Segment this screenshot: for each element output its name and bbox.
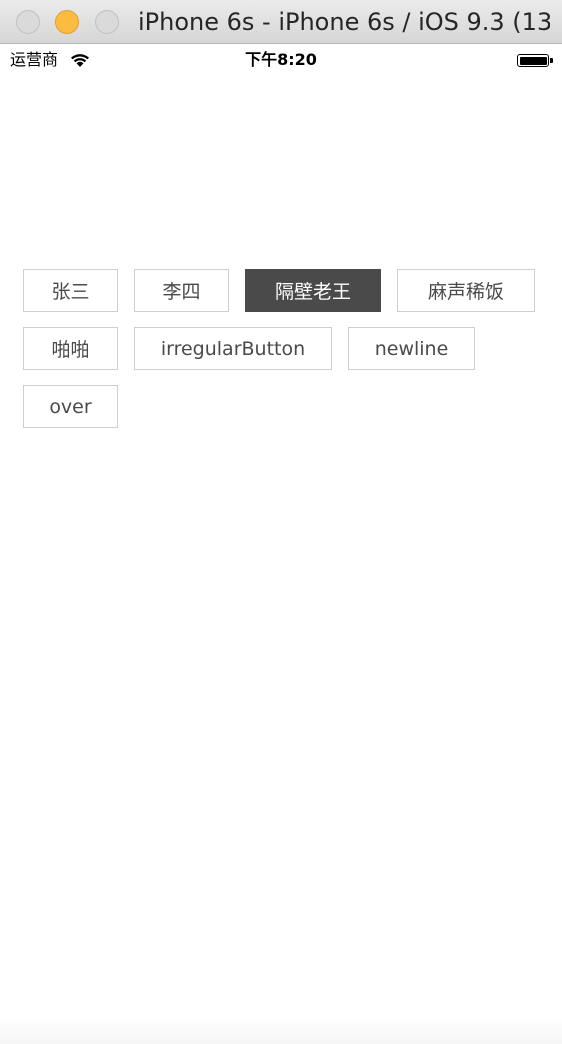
battery-tip bbox=[550, 58, 553, 63]
close-icon[interactable] bbox=[16, 10, 40, 34]
tag-button[interactable]: 张三 bbox=[23, 269, 118, 312]
tag-button[interactable]: 啪啪 bbox=[23, 327, 118, 370]
window-titlebar: iPhone 6s - iPhone 6s / iOS 9.3 (13E230) bbox=[0, 0, 562, 44]
minimize-icon[interactable] bbox=[55, 10, 79, 34]
tag-button[interactable]: 麻声稀饭 bbox=[397, 269, 535, 312]
status-time: 下午8:20 bbox=[245, 50, 317, 69]
zoom-icon[interactable] bbox=[95, 10, 119, 34]
bottom-edge bbox=[0, 1016, 562, 1044]
battery-level-fill bbox=[519, 56, 547, 65]
tag-button[interactable]: 李四 bbox=[134, 269, 229, 312]
tag-button[interactable]: over bbox=[23, 385, 118, 428]
tag-button[interactable]: 隔壁老王 bbox=[245, 269, 381, 312]
status-bar: 运营商 下午8:20 bbox=[0, 45, 562, 75]
battery-icon bbox=[517, 54, 549, 67]
tag-button[interactable]: newline bbox=[348, 327, 475, 370]
window-title: iPhone 6s - iPhone 6s / iOS 9.3 (13E230) bbox=[138, 8, 550, 36]
tag-button[interactable]: irregularButton bbox=[134, 327, 332, 370]
